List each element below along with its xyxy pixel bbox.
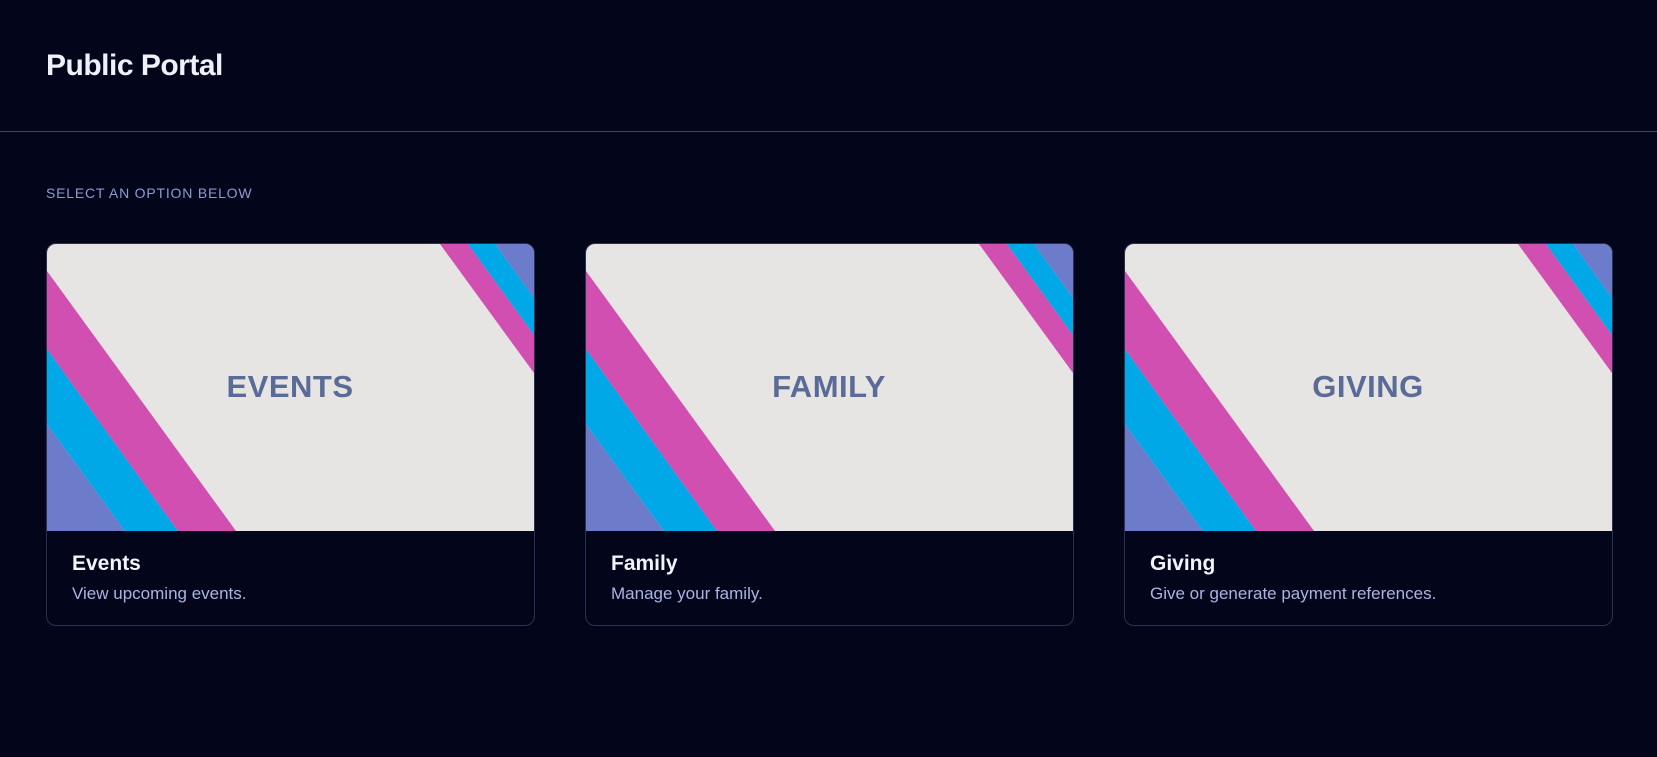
family-banner-text: FAMILY — [772, 369, 886, 404]
giving-card-description: Give or generate payment references. — [1150, 584, 1437, 603]
family-card[interactable]: FAMILY Family Manage your family. — [585, 243, 1074, 626]
family-banner-image: FAMILY — [586, 244, 1073, 531]
header: Public Portal — [0, 0, 1657, 132]
events-card-description: View upcoming events. — [72, 584, 247, 603]
giving-card[interactable]: GIVING Giving Give or generate payment r… — [1124, 243, 1613, 626]
events-card-title: Events — [72, 552, 141, 575]
family-card-title: Family — [611, 552, 678, 575]
page-title: Public Portal — [46, 49, 223, 82]
family-card-description: Manage your family. — [611, 584, 763, 603]
events-banner-text: EVENTS — [226, 369, 353, 404]
events-card[interactable]: EVENTS Events View upcoming events. — [46, 243, 535, 626]
giving-banner-text: GIVING — [1312, 369, 1424, 404]
giving-card-title: Giving — [1150, 552, 1216, 575]
section-label: SELECT AN OPTION BELOW — [46, 185, 253, 201]
giving-banner-image: GIVING — [1125, 244, 1612, 531]
events-banner-image: EVENTS — [47, 244, 534, 531]
